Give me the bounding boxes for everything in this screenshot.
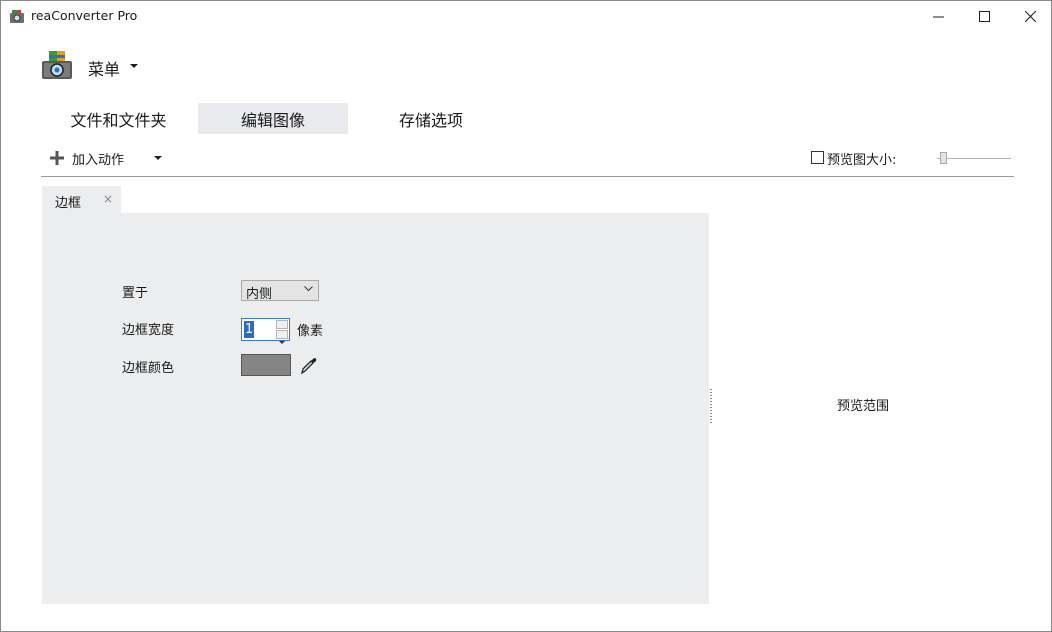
minimize-button[interactable] [915,1,961,31]
tab-edit-images[interactable]: 编辑图像 [198,103,348,134]
preview-size-label: 预览图大小: [827,153,897,168]
plus-icon[interactable] [50,151,64,165]
stepper-buttons [276,320,289,344]
minimize-icon [932,16,944,17]
add-action-dropdown-icon[interactable] [154,156,162,160]
action-tab-label: 边框 [55,196,82,211]
close-tab-icon[interactable]: × [103,192,113,206]
close-button[interactable] [1007,1,1051,31]
app-window: reaConverter Pro 菜单 文件和文件夹 编辑图像 存储选项 加入动… [0,0,1052,632]
preview-area-label: 预览范围 [837,399,890,414]
chevron-down-icon [279,341,285,344]
preview-size-checkbox[interactable] [811,151,824,164]
title-bar: reaConverter Pro [1,1,1051,31]
main-menu-button[interactable]: 菜单 [88,56,120,80]
border-width-stepper[interactable]: 1 [241,318,290,344]
border-color-swatch[interactable] [241,354,291,376]
maximize-icon [978,10,990,22]
chevron-down-icon[interactable] [130,64,138,68]
preview-size-slider[interactable] [937,158,1011,159]
border-width-label: 边框宽度 [122,323,175,338]
action-tab-border[interactable]: 边框 × [42,186,121,213]
position-select-value: 内侧 [246,287,273,302]
position-select[interactable]: 内侧 [241,280,319,302]
divider [41,176,1014,177]
maximize-button[interactable] [961,1,1007,31]
close-icon [1024,10,1036,22]
border-color-label: 边框颜色 [122,361,175,376]
app-logo-icon[interactable] [40,49,74,81]
window-title: reaConverter Pro [31,8,138,23]
tab-saving-options[interactable]: 存储选项 [356,103,506,134]
position-label: 置于 [122,286,149,301]
border-settings-panel: 置于 内侧 边框宽度 1 像素 边框颜色 [42,213,709,604]
eyedropper-icon[interactable] [300,355,318,375]
add-action-button[interactable]: 加入动作 [72,149,124,168]
chevron-down-icon [304,286,313,292]
border-width-unit: 像素 [297,324,324,339]
increment-button[interactable] [276,320,288,334]
tab-files-folders[interactable]: 文件和文件夹 [46,103,191,134]
app-icon [10,10,24,23]
border-width-value[interactable]: 1 [244,321,255,338]
slider-thumb[interactable] [940,152,947,164]
panel-splitter[interactable] [710,389,712,425]
decrement-button[interactable] [276,330,288,344]
